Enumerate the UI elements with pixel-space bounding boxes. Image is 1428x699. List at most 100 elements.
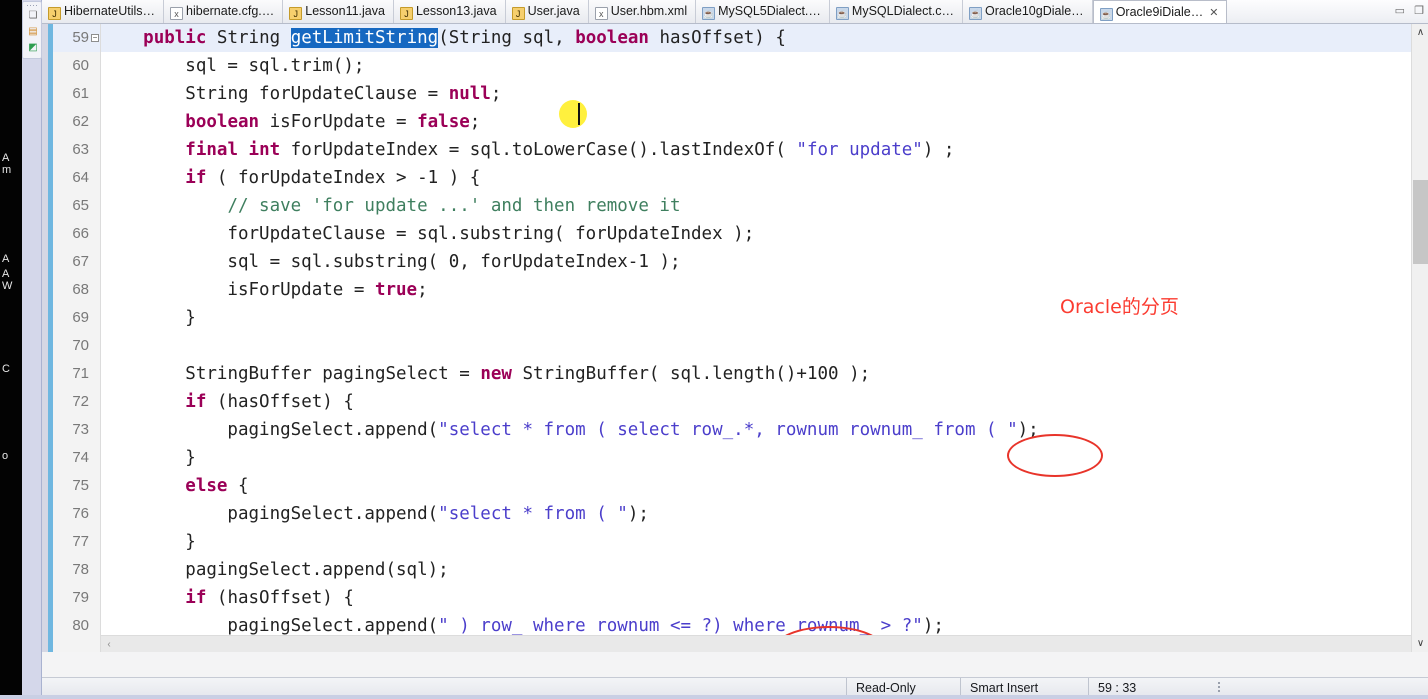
editor-tab-bar[interactable]: J HibernateUtils… x hibernate.cfg.… J Lesson1… xyxy=(42,0,1428,24)
editor-tab-9[interactable]: ☕ Oracle9iDiale… ✕ xyxy=(1092,0,1228,23)
editor-tab-0[interactable]: J HibernateUtils… xyxy=(42,0,165,23)
code-token: (hasOffset) { xyxy=(206,588,354,608)
code-token: ; xyxy=(490,84,502,104)
code-token: final xyxy=(185,140,238,160)
problems-view-icon[interactable]: ◩ xyxy=(26,41,40,54)
scroll-down-arrow[interactable]: ∨ xyxy=(1412,635,1428,652)
editor-tab-5[interactable]: x User.hbm.xml xyxy=(588,0,697,23)
code-line[interactable]: sql = sql.trim(); xyxy=(101,52,1428,80)
code-token: sql, xyxy=(511,28,576,48)
code-token: int xyxy=(248,140,281,160)
code-token: } xyxy=(101,448,196,468)
code-text-area[interactable]: public String getLimitString(String sql,… xyxy=(101,24,1428,652)
code-token: ( xyxy=(438,28,449,48)
annotation-note-oracle-paging: Oracle的分页 xyxy=(1060,296,1179,318)
code-token: pagingSelect.append( xyxy=(101,420,439,440)
scroll-up-arrow[interactable]: ∧ xyxy=(1412,24,1428,41)
code-line[interactable]: pagingSelect.append("select * from ( sel… xyxy=(101,416,1428,444)
tab-bar-controls[interactable]: ▭ ❐ xyxy=(1395,4,1424,17)
code-token: hasOffset) { xyxy=(648,28,786,48)
editor-tab-label: Oracle9iDiale… xyxy=(1115,5,1204,19)
toolbar-grip[interactable] xyxy=(27,4,39,8)
left-trim-bar[interactable] xyxy=(22,0,42,699)
code-line[interactable]: public String getLimitString(String sql,… xyxy=(101,24,1428,52)
editor-tab-label: User.hbm.xml xyxy=(610,4,688,18)
code-line[interactable]: } xyxy=(101,304,1428,332)
code-line[interactable]: pagingSelect.append("select * from ( "); xyxy=(101,500,1428,528)
editor-tab-2[interactable]: J Lesson11.java xyxy=(283,0,394,23)
code-token: pagingSelect.append( xyxy=(101,504,439,524)
class-file-icon: ☕ xyxy=(702,7,716,20)
fast-view-toolbar[interactable]: ❏ ▤ ◩ xyxy=(22,1,42,59)
eclipse-window: AmAAWCo ❏ ▤ ◩ J HibernateUtils… x hibernate… xyxy=(0,0,1428,699)
line-number-gutter: 59− 60 61 62 63 64 65 66 67 68 69 70 71 72 73 74 75 76 77 7… xyxy=(53,24,101,652)
editor-tab-label: MySQLDialect.c… xyxy=(851,4,955,18)
editor-tab-label: hibernate.cfg.… xyxy=(186,4,275,18)
editor-tab-3[interactable]: J Lesson13.java xyxy=(393,0,506,23)
code-line[interactable]: } xyxy=(101,444,1428,472)
editor-tab-8[interactable]: ☕ Oracle10gDiale… xyxy=(963,0,1093,23)
code-token: forUpdateClause = xyxy=(248,84,449,104)
code-line[interactable]: // save 'for update ...' and then remove… xyxy=(101,192,1428,220)
xml-file-icon: x xyxy=(594,7,608,20)
code-line[interactable]: if ( forUpdateIndex > -1 ) { xyxy=(101,164,1428,192)
source-editor[interactable]: 59− 60 61 62 63 64 65 66 67 68 69 70 71 72 73 74 75 76 77 7… xyxy=(42,24,1428,652)
code-line[interactable]: String forUpdateClause = null; xyxy=(101,80,1428,108)
line-number: 63 xyxy=(72,141,89,158)
annotation-ellipse-rownum-1 xyxy=(1007,434,1103,477)
code-line[interactable]: boolean isForUpdate = false; xyxy=(101,108,1428,136)
line-number: 67 xyxy=(72,253,89,270)
restore-icon[interactable]: ❐ xyxy=(1414,5,1424,17)
line-number: 80 xyxy=(72,617,89,634)
code-token: pagingSelect.append(sql); xyxy=(101,560,449,580)
editor-tab-4[interactable]: J User.java xyxy=(505,0,589,23)
code-line[interactable]: isForUpdate = true; xyxy=(101,276,1428,304)
editor-tab-6[interactable]: ☕ MySQL5Dialect.… xyxy=(696,0,830,23)
code-token: 0 xyxy=(448,252,460,272)
editor-tab-7[interactable]: ☕ MySQLDialect.c… xyxy=(829,0,964,23)
code-token: "select * from ( select row_.*, rownum r… xyxy=(438,420,1018,440)
code-line[interactable]: if (hasOffset) { xyxy=(101,388,1428,416)
code-token: String xyxy=(185,84,249,104)
line-number: 65 xyxy=(72,197,89,214)
code-line[interactable]: forUpdateClause = sql.substring( forUpda… xyxy=(101,220,1428,248)
code-token: null xyxy=(448,84,491,104)
line-number: 79 xyxy=(72,589,89,606)
vertical-scrollbar[interactable]: ∧ ∨ xyxy=(1411,24,1428,652)
code-token: else xyxy=(185,476,228,496)
code-token: boolean xyxy=(575,28,649,48)
code-line[interactable] xyxy=(101,332,1428,360)
code-token: ); xyxy=(838,364,871,384)
restore-view-icon[interactable]: ❏ xyxy=(26,9,40,22)
line-number: 59− xyxy=(53,24,100,52)
fold-toggle-icon[interactable]: − xyxy=(91,34,99,42)
horizontal-scrollbar[interactable]: ‹ xyxy=(101,635,1411,652)
code-line[interactable]: else { xyxy=(101,472,1428,500)
code-token: forUpdateClause = sql.substring( forUpda… xyxy=(101,224,755,244)
minimize-icon[interactable]: ▭ xyxy=(1395,5,1405,17)
code-token: isForUpdate = xyxy=(101,280,375,300)
close-icon[interactable]: ✕ xyxy=(1209,2,1218,23)
code-token: isForUpdate = xyxy=(259,112,418,132)
code-token: boolean xyxy=(185,112,260,132)
vertical-scroll-thumb[interactable] xyxy=(1413,180,1428,264)
code-line[interactable]: final int forUpdateIndex = sql.toLowerCa… xyxy=(101,136,1428,164)
package-explorer-icon[interactable]: ▤ xyxy=(26,25,40,38)
code-line[interactable]: pagingSelect.append(sql); xyxy=(101,556,1428,584)
code-line[interactable]: if (hasOffset) { xyxy=(101,584,1428,612)
code-line[interactable]: } xyxy=(101,528,1428,556)
code-line[interactable]: sql = sql.substring( 0, forUpdateIndex-1… xyxy=(101,248,1428,276)
code-line[interactable]: StringBuffer pagingSelect = new StringBu… xyxy=(101,360,1428,388)
code-token: String xyxy=(448,28,512,48)
code-token: sql = sql.trim(); xyxy=(101,56,365,76)
editor-tab-1[interactable]: x hibernate.cfg.… xyxy=(164,0,284,23)
line-number: 69 xyxy=(72,309,89,326)
class-file-icon: ☕ xyxy=(969,7,983,20)
code-token: pagingSelect = xyxy=(311,364,481,384)
scroll-left-arrow[interactable]: ‹ xyxy=(101,636,117,653)
